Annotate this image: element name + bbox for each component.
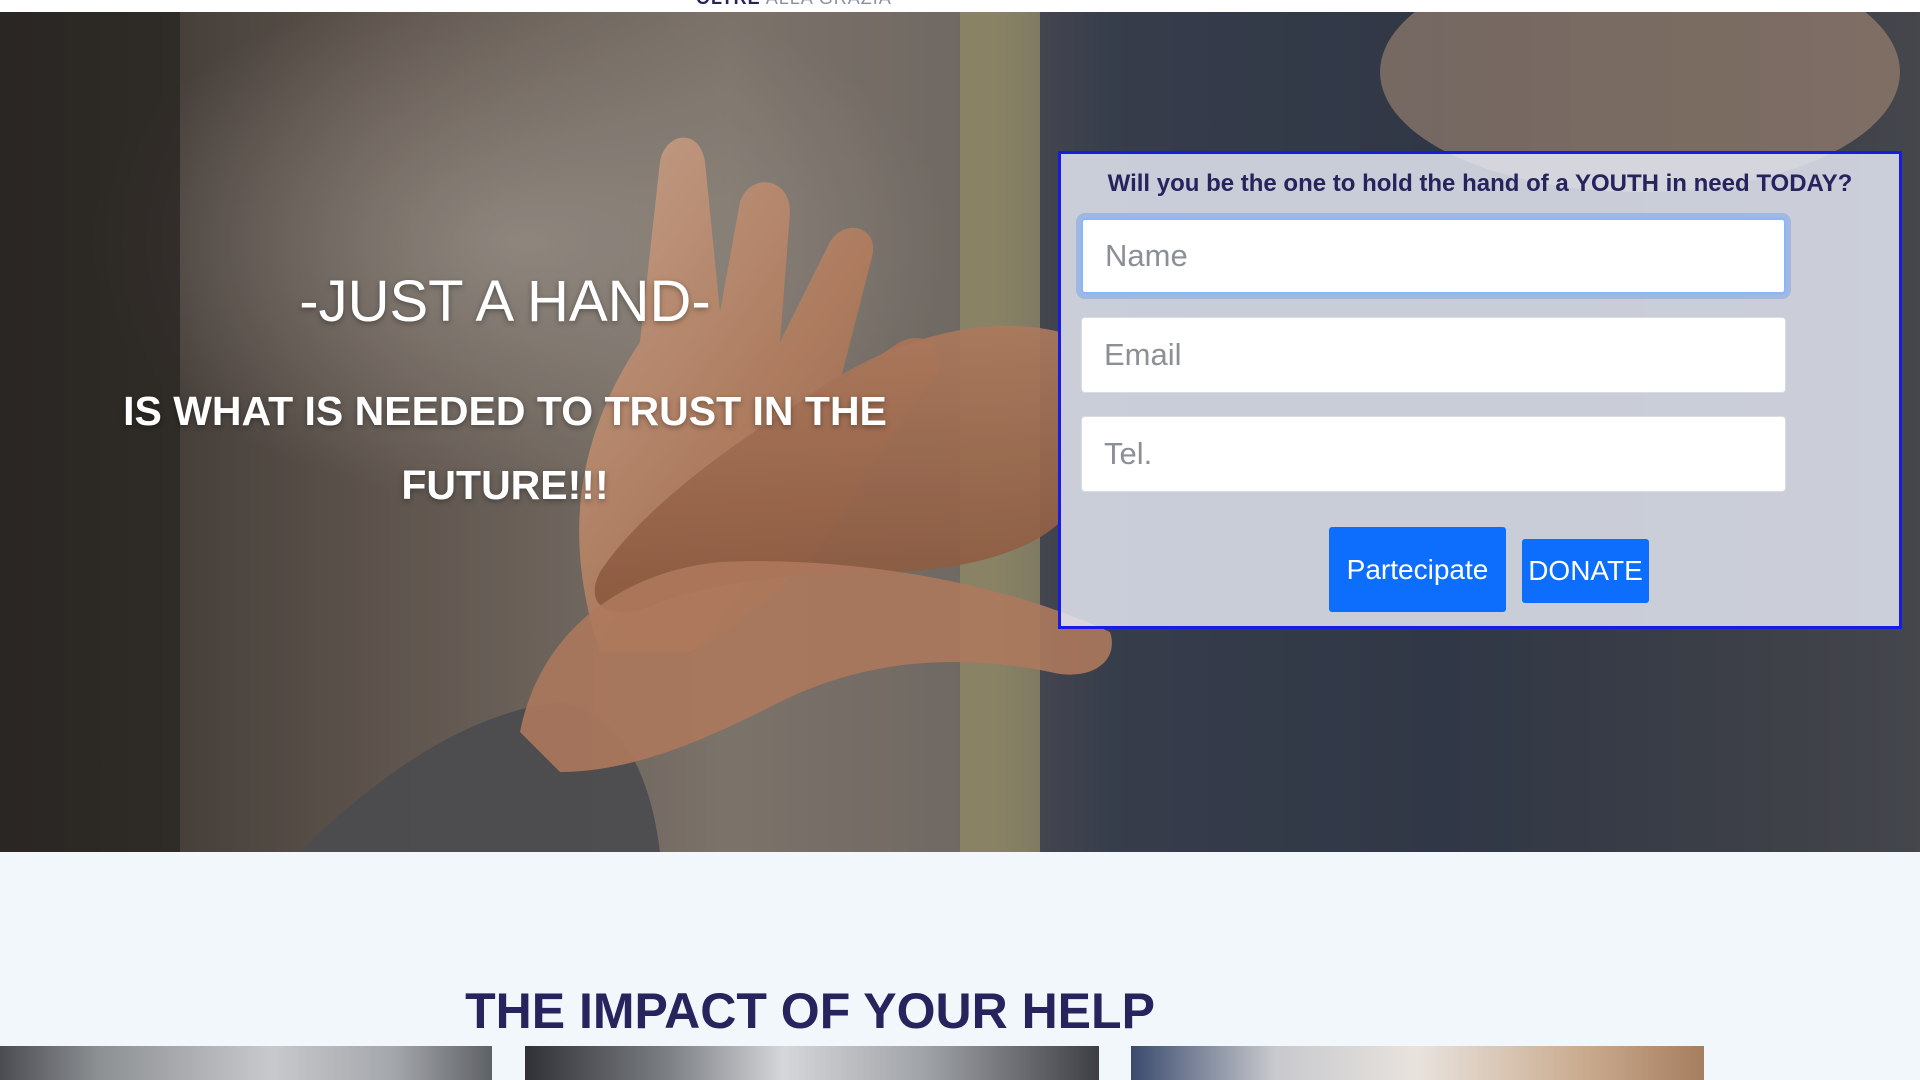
name-input[interactable]	[1081, 218, 1786, 294]
hero-section: -JUST A HAND- IS WHAT IS NEEDED TO TRUST…	[0, 12, 1920, 852]
hero-title: -JUST A HAND-	[299, 269, 711, 334]
logo-light-text: ALLA GRAZIA	[766, 0, 892, 8]
hero-subtitle: IS WHAT IS NEEDED TO TRUST IN THE FUTURE…	[123, 388, 887, 508]
tel-input[interactable]	[1081, 416, 1786, 492]
form-question: Will you be the one to hold the hand of …	[1107, 170, 1853, 197]
site-header: OLTRE ALLA GRAZIA	[0, 0, 1920, 12]
page: OLTRE ALLA GRAZIA	[0, 0, 1920, 1080]
site-logo[interactable]: OLTRE ALLA GRAZIA	[696, 0, 892, 9]
impact-image-3[interactable]	[1131, 1046, 1704, 1080]
impact-image-2[interactable]	[525, 1046, 1099, 1080]
logo-strong-text: OLTRE	[696, 0, 761, 8]
email-input[interactable]	[1081, 317, 1786, 393]
participate-button[interactable]: Partecipate	[1329, 527, 1506, 612]
donate-button[interactable]: DONATE	[1522, 539, 1649, 603]
impact-title: THE IMPACT OF YOUR HELP	[465, 982, 1155, 1039]
impact-image-1[interactable]	[0, 1046, 492, 1080]
participation-form: Will you be the one to hold the hand of …	[1058, 151, 1902, 629]
